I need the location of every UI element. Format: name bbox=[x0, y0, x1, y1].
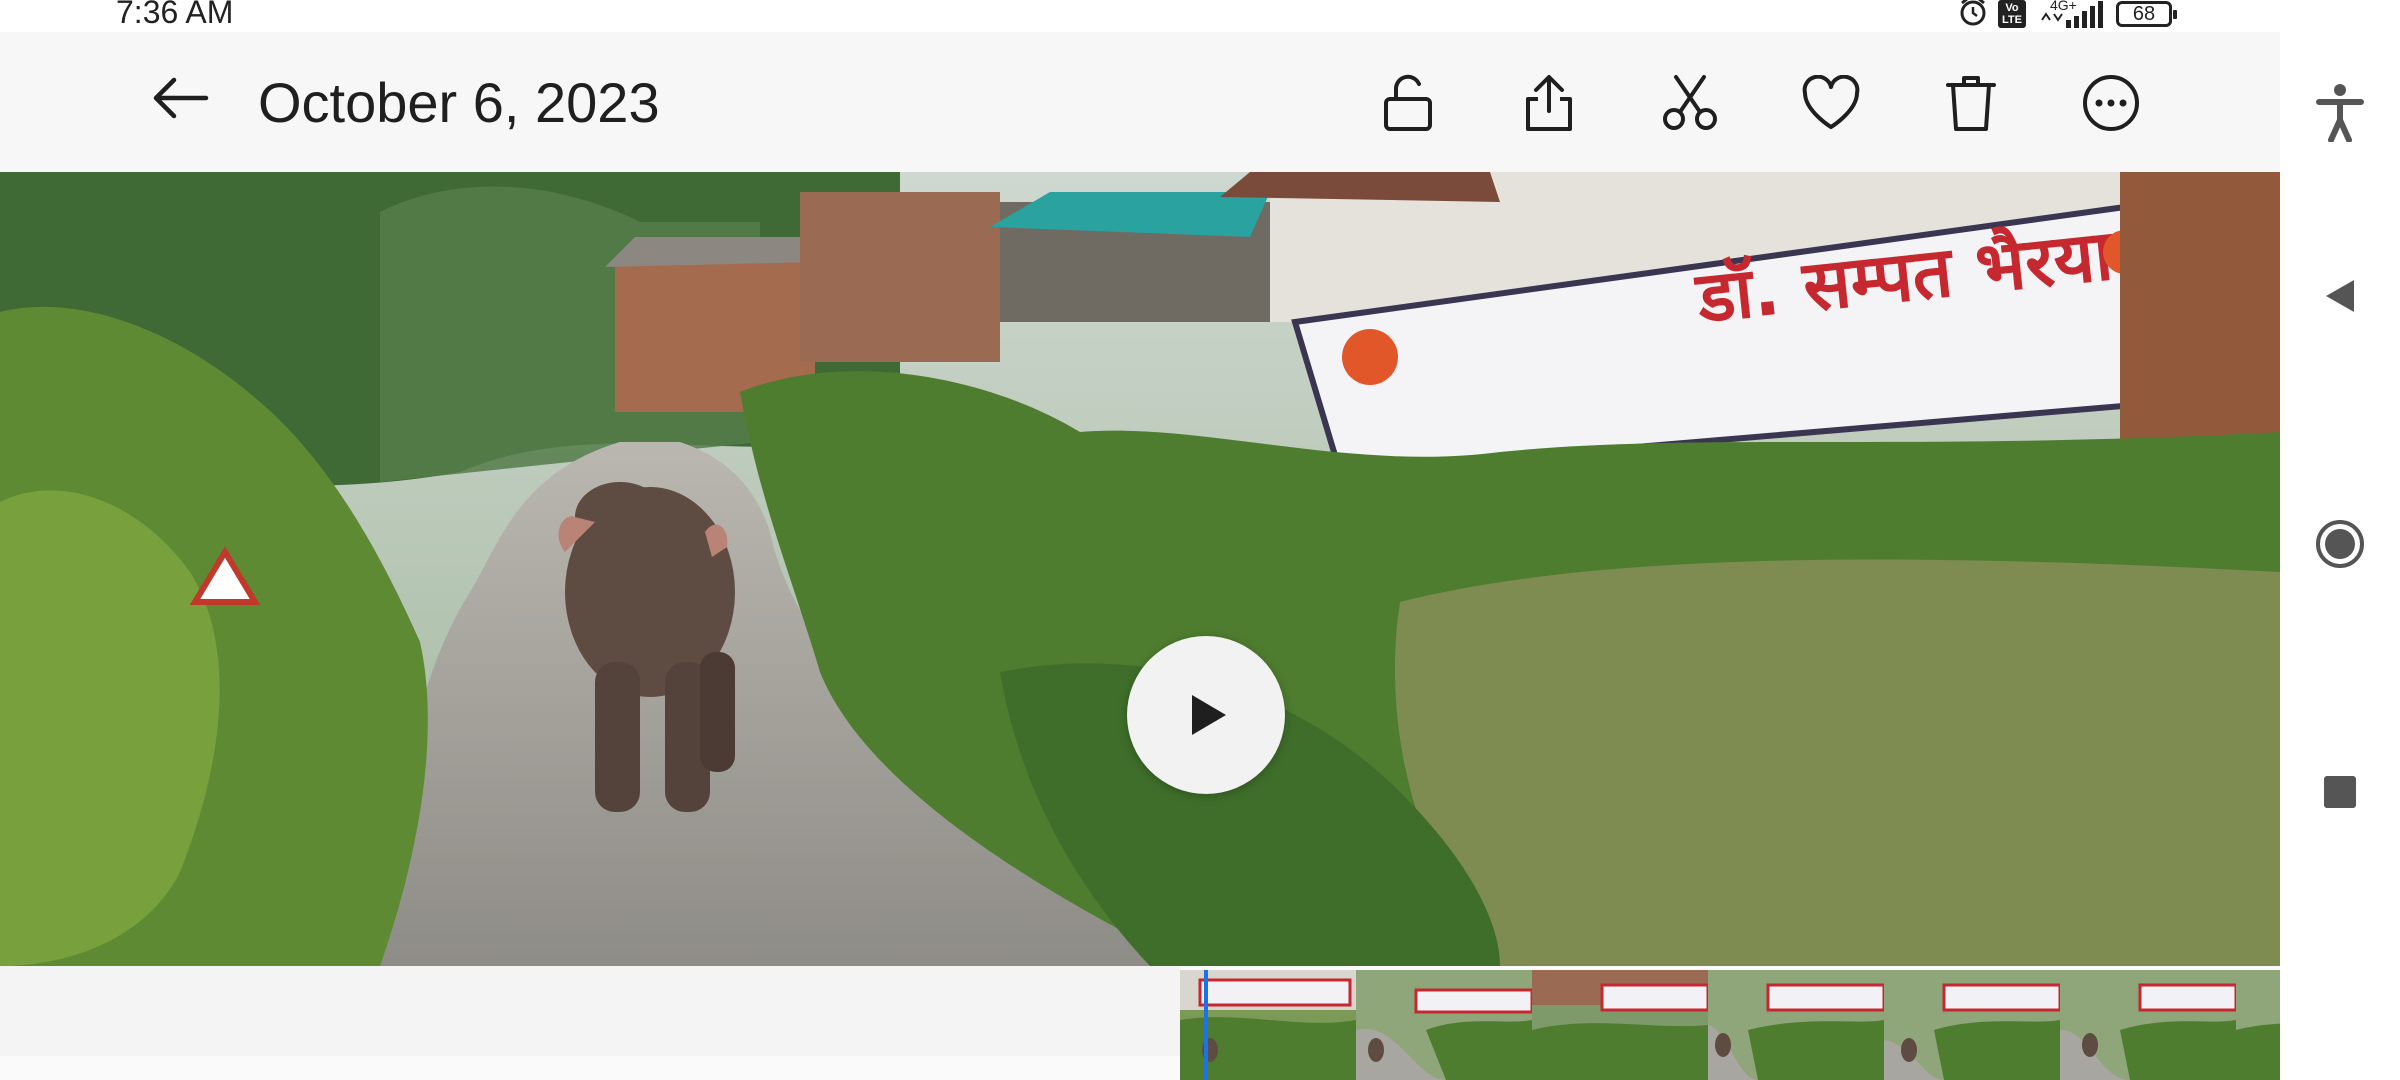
video-timeline[interactable] bbox=[0, 966, 2280, 1080]
status-bar: 7:36 AM Vo LTE 4G+ 68 bbox=[0, 0, 2280, 32]
play-button[interactable] bbox=[1127, 636, 1285, 794]
alarm-icon bbox=[1958, 0, 1988, 32]
timeline-thumbnail bbox=[2236, 970, 2280, 1080]
lock-button[interactable] bbox=[1363, 58, 1453, 148]
timeline-empty-area bbox=[0, 966, 1180, 1056]
nav-recents-button[interactable] bbox=[2300, 752, 2380, 832]
timeline-playhead[interactable] bbox=[1204, 970, 1208, 1080]
more-icon bbox=[2083, 75, 2139, 131]
page-title: October 6, 2023 bbox=[258, 71, 660, 134]
back-button[interactable] bbox=[140, 58, 220, 138]
more-options-button[interactable] bbox=[2066, 58, 2156, 148]
favorite-button[interactable] bbox=[1786, 58, 1876, 148]
trim-button[interactable] bbox=[1645, 58, 1735, 148]
recents-square-icon bbox=[2324, 776, 2356, 808]
cut-icon bbox=[1663, 75, 1717, 130]
accessibility-button[interactable] bbox=[2300, 72, 2380, 152]
nav-home-button[interactable] bbox=[2300, 504, 2380, 584]
back-triangle-icon bbox=[2326, 280, 2354, 312]
unlock-icon bbox=[1384, 74, 1432, 131]
volte-icon: Vo LTE bbox=[1998, 0, 2026, 28]
system-nav-bar bbox=[2280, 0, 2400, 1080]
timeline-thumbnail bbox=[1532, 970, 1710, 1080]
battery-icon: 68 bbox=[2115, 1, 2177, 27]
accessibility-icon bbox=[2316, 84, 2364, 142]
delete-button[interactable] bbox=[1926, 58, 2016, 148]
thumbnail-strip[interactable] bbox=[1180, 970, 2280, 1080]
status-time: 7:36 AM bbox=[116, 0, 234, 30]
timeline-thumbnail bbox=[1356, 970, 1534, 1080]
timeline-thumbnail bbox=[2060, 970, 2238, 1080]
signal-icon: 4G+ bbox=[2036, 0, 2106, 30]
delete-icon bbox=[1946, 76, 1996, 131]
top-app-bar: October 6, 2023 bbox=[0, 32, 2280, 172]
timeline-thumbnail bbox=[1708, 970, 1886, 1080]
video-scene-image: डॉ. सम्पत भैरया bbox=[0, 172, 2280, 966]
arrow-left-icon bbox=[153, 77, 209, 119]
play-icon bbox=[1192, 695, 1226, 735]
timeline-thumbnail bbox=[1884, 970, 2062, 1080]
nav-back-button[interactable] bbox=[2300, 256, 2380, 336]
status-icons: Vo LTE 4G+ 68 bbox=[1958, 0, 2177, 32]
share-icon bbox=[1526, 75, 1572, 131]
home-circle-icon bbox=[2316, 520, 2364, 568]
share-button[interactable] bbox=[1504, 58, 1594, 148]
heart-icon bbox=[1802, 75, 1860, 129]
video-frame[interactable]: डॉ. सम्पत भैरया bbox=[0, 172, 2280, 966]
